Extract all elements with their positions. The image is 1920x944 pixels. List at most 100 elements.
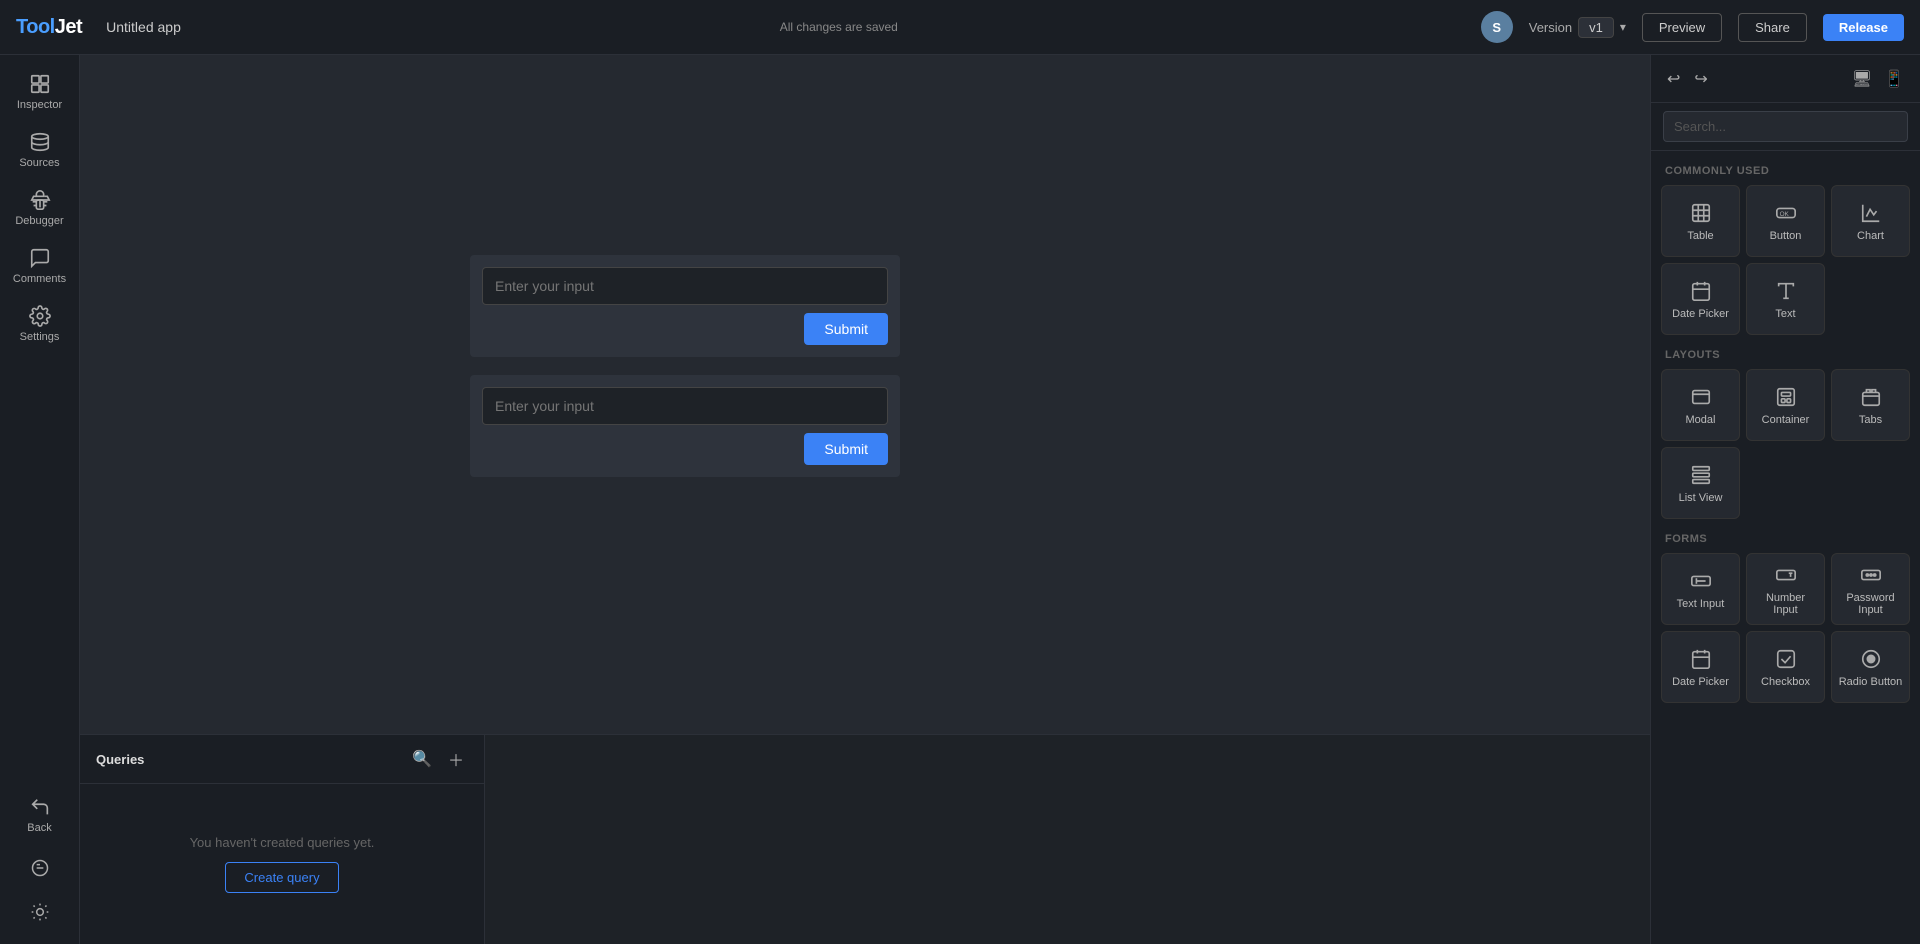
widget-date-picker[interactable]: Date Picker — [1661, 263, 1740, 335]
layouts-grid: Modal Container — [1651, 365, 1920, 527]
widget-list-view-label: List View — [1679, 492, 1723, 504]
canvas-widgets: Submit Submit — [80, 55, 1650, 734]
queries-empty-text: You haven't created queries yet. — [190, 835, 375, 850]
widget-radio-button-label: Radio Button — [1839, 676, 1903, 688]
widget-table-label: Table — [1687, 230, 1713, 242]
sun-icon — [30, 902, 50, 922]
widget-checkbox[interactable]: Checkbox — [1746, 631, 1825, 703]
topbar: ToolJet Untitled app All changes are sav… — [0, 0, 1920, 55]
widget-text-input-label: Text Input — [1677, 598, 1725, 610]
bottom-panel: Queries 🔍 ＋ You haven't created queries … — [80, 734, 1650, 944]
widget-tabs-label: Tabs — [1859, 414, 1882, 426]
widget-password-input-label: Password Input — [1838, 592, 1903, 616]
version-chevron-icon[interactable]: ▾ — [1620, 20, 1626, 34]
comments-icon — [29, 247, 51, 269]
right-screen-icons: 🖥 📱 — [1848, 65, 1908, 93]
debugger-icon — [29, 189, 51, 211]
widget-date-picker-label: Date Picker — [1672, 308, 1729, 320]
right-top-bar: ↩ ↪ 🖥 📱 — [1651, 55, 1920, 103]
number-input-icon — [1775, 564, 1797, 586]
sidebar-item-comments-label: Comments — [13, 273, 66, 285]
main-layout: Inspector Sources Debugger Comments — [0, 55, 1920, 944]
create-query-button[interactable]: Create query — [225, 862, 338, 893]
sidebar-item-debugger[interactable]: Debugger — [4, 179, 76, 237]
button-icon: OK — [1775, 202, 1797, 224]
widget-date-picker-form-label: Date Picker — [1672, 676, 1729, 688]
version-selector[interactable]: Version v1 ▾ — [1529, 17, 1626, 38]
form-input-1[interactable] — [482, 267, 888, 305]
undo-button[interactable]: ↩ — [1663, 65, 1684, 93]
forms-grid: Text Input Number Input — [1651, 549, 1920, 711]
sidebar-item-sources[interactable]: Sources — [4, 121, 76, 179]
widget-text[interactable]: Text — [1746, 263, 1825, 335]
svg-text:OK: OK — [1779, 211, 1789, 218]
form-submit-2[interactable]: Submit — [804, 433, 888, 465]
widget-chart-label: Chart — [1857, 230, 1884, 242]
version-value: v1 — [1578, 17, 1614, 38]
release-button[interactable]: Release — [1823, 14, 1904, 41]
save-status: All changes are saved — [213, 20, 1465, 34]
widget-text-label: Text — [1775, 308, 1795, 320]
form-widget-1: Submit — [470, 255, 900, 357]
widget-tabs[interactable]: Tabs — [1831, 369, 1910, 441]
widget-container[interactable]: Container — [1746, 369, 1825, 441]
chart-icon — [1860, 202, 1882, 224]
widget-date-picker-form[interactable]: Date Picker — [1661, 631, 1740, 703]
query-detail-panel — [485, 735, 1650, 944]
queries-search-button[interactable]: 🔍 — [408, 747, 436, 771]
preview-button[interactable]: Preview — [1642, 13, 1722, 42]
theme-icon[interactable] — [20, 892, 60, 932]
sidebar-item-settings[interactable]: Settings — [4, 295, 76, 353]
queries-add-button[interactable]: ＋ — [444, 745, 468, 773]
sidebar-item-inspector[interactable]: Inspector — [4, 63, 76, 121]
queries-body: You haven't created queries yet. Create … — [80, 784, 484, 944]
settings-icon — [29, 305, 51, 327]
sidebar-item-back-label: Back — [27, 822, 51, 834]
widget-number-input[interactable]: Number Input — [1746, 553, 1825, 625]
table-icon — [1690, 202, 1712, 224]
widget-modal-label: Modal — [1686, 414, 1716, 426]
widget-radio-button[interactable]: Radio Button — [1831, 631, 1910, 703]
sidebar-item-comments[interactable]: Comments — [4, 237, 76, 295]
mobile-view-button[interactable]: 📱 — [1880, 65, 1908, 93]
section-label-commonly-used: Commonly Used — [1651, 159, 1920, 181]
widget-list-view[interactable]: List View — [1661, 447, 1740, 519]
radio-button-icon — [1860, 648, 1882, 670]
back-icon — [29, 796, 51, 818]
commonly-used-grid: Table OK Button — [1651, 181, 1920, 343]
date-picker-icon — [1690, 280, 1712, 302]
queries-panel: Queries 🔍 ＋ You haven't created queries … — [80, 735, 485, 944]
text-icon — [1775, 280, 1797, 302]
left-sidebar: Inspector Sources Debugger Comments — [0, 55, 80, 944]
form-submit-1[interactable]: Submit — [804, 313, 888, 345]
desktop-view-button[interactable]: 🖥 — [1848, 65, 1876, 93]
center-area: Submit Submit Queries 🔍 ＋ — [80, 55, 1650, 944]
sidebar-item-back[interactable]: Back — [4, 786, 76, 844]
queries-header: Queries 🔍 ＋ — [80, 735, 484, 784]
widget-modal[interactable]: Modal — [1661, 369, 1740, 441]
container-icon — [1775, 386, 1797, 408]
section-label-layouts: Layouts — [1651, 343, 1920, 365]
widget-password-input[interactable]: Password Input — [1831, 553, 1910, 625]
date-picker-form-icon — [1690, 648, 1712, 670]
version-label: Version — [1529, 20, 1572, 35]
form-widget-2: Submit — [470, 375, 900, 477]
redo-button[interactable]: ↪ — [1690, 65, 1711, 93]
modal-icon — [1690, 386, 1712, 408]
sidebar-item-debugger-label: Debugger — [15, 215, 63, 227]
chat-icon[interactable] — [20, 848, 60, 888]
canvas[interactable]: Submit Submit — [80, 55, 1650, 734]
widget-chart[interactable]: Chart — [1831, 185, 1910, 257]
widget-button[interactable]: OK Button — [1746, 185, 1825, 257]
queries-title: Queries — [96, 752, 400, 767]
password-input-icon — [1860, 564, 1882, 586]
avatar[interactable]: S — [1481, 11, 1513, 43]
widget-section: Commonly Used Table OK — [1651, 151, 1920, 944]
widget-checkbox-label: Checkbox — [1761, 676, 1810, 688]
form-input-2[interactable] — [482, 387, 888, 425]
share-button[interactable]: Share — [1738, 13, 1807, 42]
widget-search-input[interactable] — [1663, 111, 1908, 142]
widget-table[interactable]: Table — [1661, 185, 1740, 257]
right-nav-icons: ↩ ↪ — [1663, 65, 1712, 93]
widget-text-input[interactable]: Text Input — [1661, 553, 1740, 625]
